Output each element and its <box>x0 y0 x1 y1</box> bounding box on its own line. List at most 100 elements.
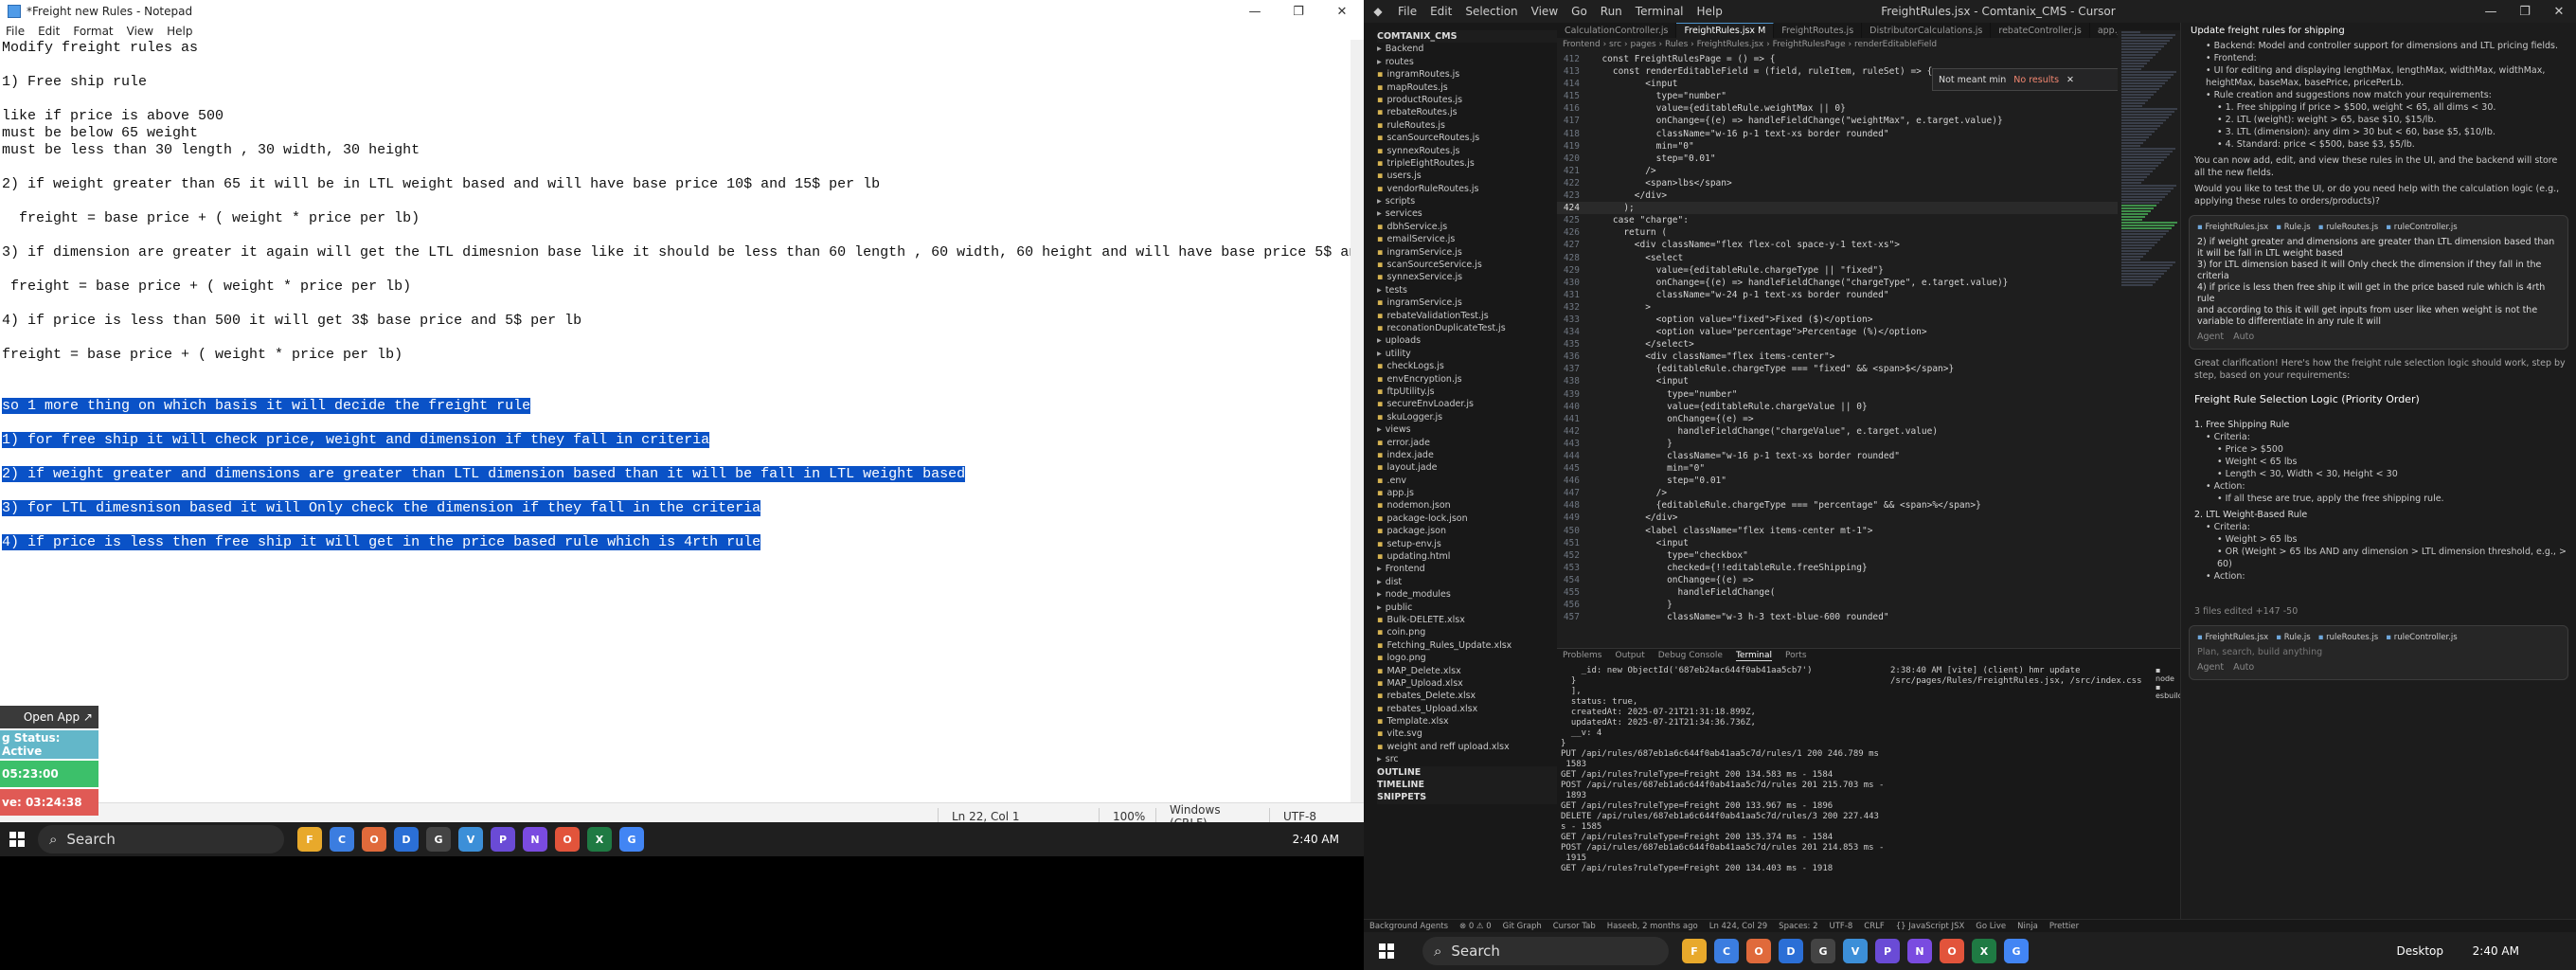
explorer-folder[interactable]: utility <box>1377 348 1557 360</box>
explorer-file[interactable]: Template.xlsx <box>1377 715 1557 728</box>
editor-tab[interactable]: app.js <box>2090 23 2118 38</box>
taskbar-app-icon[interactable]: V <box>1843 939 1868 963</box>
explorer-folder[interactable]: Backend <box>1377 43 1557 55</box>
explorer-file[interactable]: nodemon.json <box>1377 499 1557 512</box>
explorer-file[interactable]: synnexRoutes.js <box>1377 145 1557 157</box>
panel-tab[interactable]: Problems <box>1563 651 1601 660</box>
menu-file[interactable]: File <box>6 25 25 38</box>
explorer-file[interactable]: weight and reff upload.xlsx <box>1377 741 1557 753</box>
explorer-file[interactable]: envEncryption.js <box>1377 373 1557 386</box>
panel-tab[interactable]: Output <box>1615 651 1644 660</box>
taskbar-app-icon[interactable]: G <box>619 827 644 852</box>
explorer-folder[interactable]: routes <box>1377 56 1557 68</box>
taskbar-app-icon[interactable]: G <box>2004 939 2029 963</box>
menu-item[interactable]: Edit <box>1430 5 1452 18</box>
explorer-file[interactable]: dbhService.js <box>1377 221 1557 233</box>
taskbar-app-icon[interactable]: N <box>1907 939 1932 963</box>
status-item[interactable]: ⊗ 0 ⚠ 0 <box>1459 922 1492 931</box>
find-widget[interactable]: Not meant min No results ✕ <box>1932 68 2121 91</box>
explorer-file[interactable]: layout.jade <box>1377 461 1557 474</box>
editor-tab[interactable]: FreightRoutes.js <box>1774 23 1863 38</box>
status-item[interactable]: Cursor Tab <box>1553 922 1596 931</box>
agent-mode-label[interactable]: Agent <box>2197 662 2224 674</box>
panel-tab[interactable]: Terminal <box>1735 651 1772 661</box>
explorer-folder[interactable]: public <box>1377 602 1557 614</box>
maximize-button[interactable]: ❐ <box>2508 0 2542 23</box>
explorer-file[interactable]: scanSourceService.js <box>1377 259 1557 271</box>
context-chip[interactable]: Rule.js <box>2276 222 2311 233</box>
menu-format[interactable]: Format <box>73 25 113 38</box>
explorer-file[interactable]: ftpUtility.js <box>1377 386 1557 398</box>
agent-mode-label[interactable]: Agent <box>2197 332 2224 343</box>
explorer-folder[interactable]: Frontend <box>1377 563 1557 575</box>
terminal-backend[interactable]: _id: new ObjectId('687eb24ac644f0ab41aa5… <box>1561 666 1883 911</box>
explorer-file[interactable]: vendorRuleRoutes.js <box>1377 183 1557 195</box>
open-app-button[interactable]: Open App ↗ <box>0 706 98 728</box>
taskbar-app-icon[interactable]: D <box>394 827 419 852</box>
explorer-folder[interactable]: views <box>1377 423 1557 436</box>
explorer-file[interactable]: Bulk-DELETE.xlsx <box>1377 614 1557 626</box>
explorer-folder[interactable]: COMTANIX_CMS <box>1377 30 1557 44</box>
explorer-file[interactable]: rebateRoutes.js <box>1377 106 1557 118</box>
desktop-label[interactable]: Desktop <box>2397 944 2444 958</box>
taskbar-app-icon[interactable]: N <box>523 827 547 852</box>
explorer-folder[interactable]: TIMELINE <box>1377 779 1557 792</box>
context-chip[interactable]: ruleRoutes.js <box>2318 222 2378 233</box>
menu-item[interactable]: Run <box>1601 5 1622 18</box>
status-item[interactable]: Ln 424, Col 29 <box>1709 922 1767 931</box>
code-area[interactable]: 412 const FreightRulesPage = () => {413 … <box>1557 53 2118 648</box>
explorer-file[interactable]: package.json <box>1377 525 1557 537</box>
taskbar-clock[interactable]: 2:40 AM <box>2473 944 2519 958</box>
explorer-folder[interactable]: services <box>1377 207 1557 220</box>
status-item[interactable]: UTF-8 <box>1829 922 1852 931</box>
explorer-file[interactable]: updating.html <box>1377 550 1557 563</box>
breadcrumb[interactable]: Frontend › src › pages › Rules › Freight… <box>1557 38 2118 51</box>
status-item[interactable]: CRLF <box>1864 922 1884 931</box>
terminal-frontend[interactable]: 2:38:40 AM [vite] (client) hmr update /s… <box>1890 666 2156 911</box>
close-button[interactable]: ✕ <box>2542 0 2576 23</box>
taskbar-app-icon[interactable]: O <box>1746 939 1771 963</box>
explorer-file[interactable]: index.jade <box>1377 449 1557 461</box>
status-item[interactable]: Ninja <box>2017 922 2038 931</box>
taskbar-app-icon[interactable]: O <box>1940 939 1964 963</box>
context-chip[interactable]: FreightRules.jsx <box>2197 222 2268 233</box>
panel-tab[interactable]: Ports <box>1785 651 1807 660</box>
start-button[interactable] <box>1369 934 1404 968</box>
explorer-file[interactable]: reconationDuplicateTest.js <box>1377 322 1557 334</box>
explorer-file[interactable]: rebateValidationTest.js <box>1377 310 1557 322</box>
close-button[interactable]: ✕ <box>1320 0 1364 23</box>
minimize-button[interactable]: — <box>2474 0 2508 23</box>
explorer-file[interactable]: app.js <box>1377 487 1557 499</box>
explorer-file[interactable]: MAP_Upload.xlsx <box>1377 677 1557 690</box>
context-chip[interactable]: FreightRules.jsx <box>2197 632 2268 643</box>
explorer-file[interactable]: users.js <box>1377 170 1557 182</box>
context-chip[interactable]: ruleController.js <box>2386 222 2458 233</box>
explorer-file[interactable]: ingramRoutes.js <box>1377 68 1557 81</box>
explorer-file[interactable]: setup-env.js <box>1377 538 1557 550</box>
explorer-file[interactable]: ingramService.js <box>1377 296 1557 309</box>
explorer-folder[interactable]: uploads <box>1377 334 1557 347</box>
explorer-file[interactable]: checkLogs.js <box>1377 360 1557 372</box>
explorer-folder[interactable]: dist <box>1377 576 1557 588</box>
explorer-file[interactable]: ruleRoutes.js <box>1377 119 1557 132</box>
user-message-box[interactable]: FreightRules.jsx Rule.js ruleRoutes.js rule… <box>2189 215 2568 350</box>
menu-edit[interactable]: Edit <box>38 25 60 38</box>
taskbar-app-icon[interactable]: F <box>297 827 322 852</box>
context-chip[interactable]: ruleRoutes.js <box>2318 632 2378 643</box>
taskbar-app-icon[interactable]: V <box>458 827 483 852</box>
auto-model-label[interactable]: Auto <box>2233 662 2254 674</box>
explorer-file[interactable]: ingramService.js <box>1377 246 1557 259</box>
explorer-file[interactable]: coin.png <box>1377 626 1557 638</box>
explorer-folder[interactable]: SNIPPETS <box>1377 791 1557 804</box>
menu-help[interactable]: Help <box>167 25 192 38</box>
start-button[interactable] <box>0 822 34 856</box>
menu-item[interactable]: View <box>1531 5 1558 18</box>
menu-item[interactable]: Terminal <box>1636 5 1684 18</box>
explorer-file[interactable]: package-lock.json <box>1377 512 1557 525</box>
files-edited[interactable]: 3 files edited +147 -50 <box>2181 603 2576 620</box>
explorer-file[interactable]: Fetching_Rules_Update.xlsx <box>1377 639 1557 652</box>
status-item[interactable]: Go Live <box>1976 922 2006 931</box>
explorer-file[interactable]: .env <box>1377 475 1557 487</box>
status-item[interactable]: Prettier <box>2049 922 2079 931</box>
editor-tab[interactable]: FreightRules.jsx M <box>1676 23 1775 38</box>
